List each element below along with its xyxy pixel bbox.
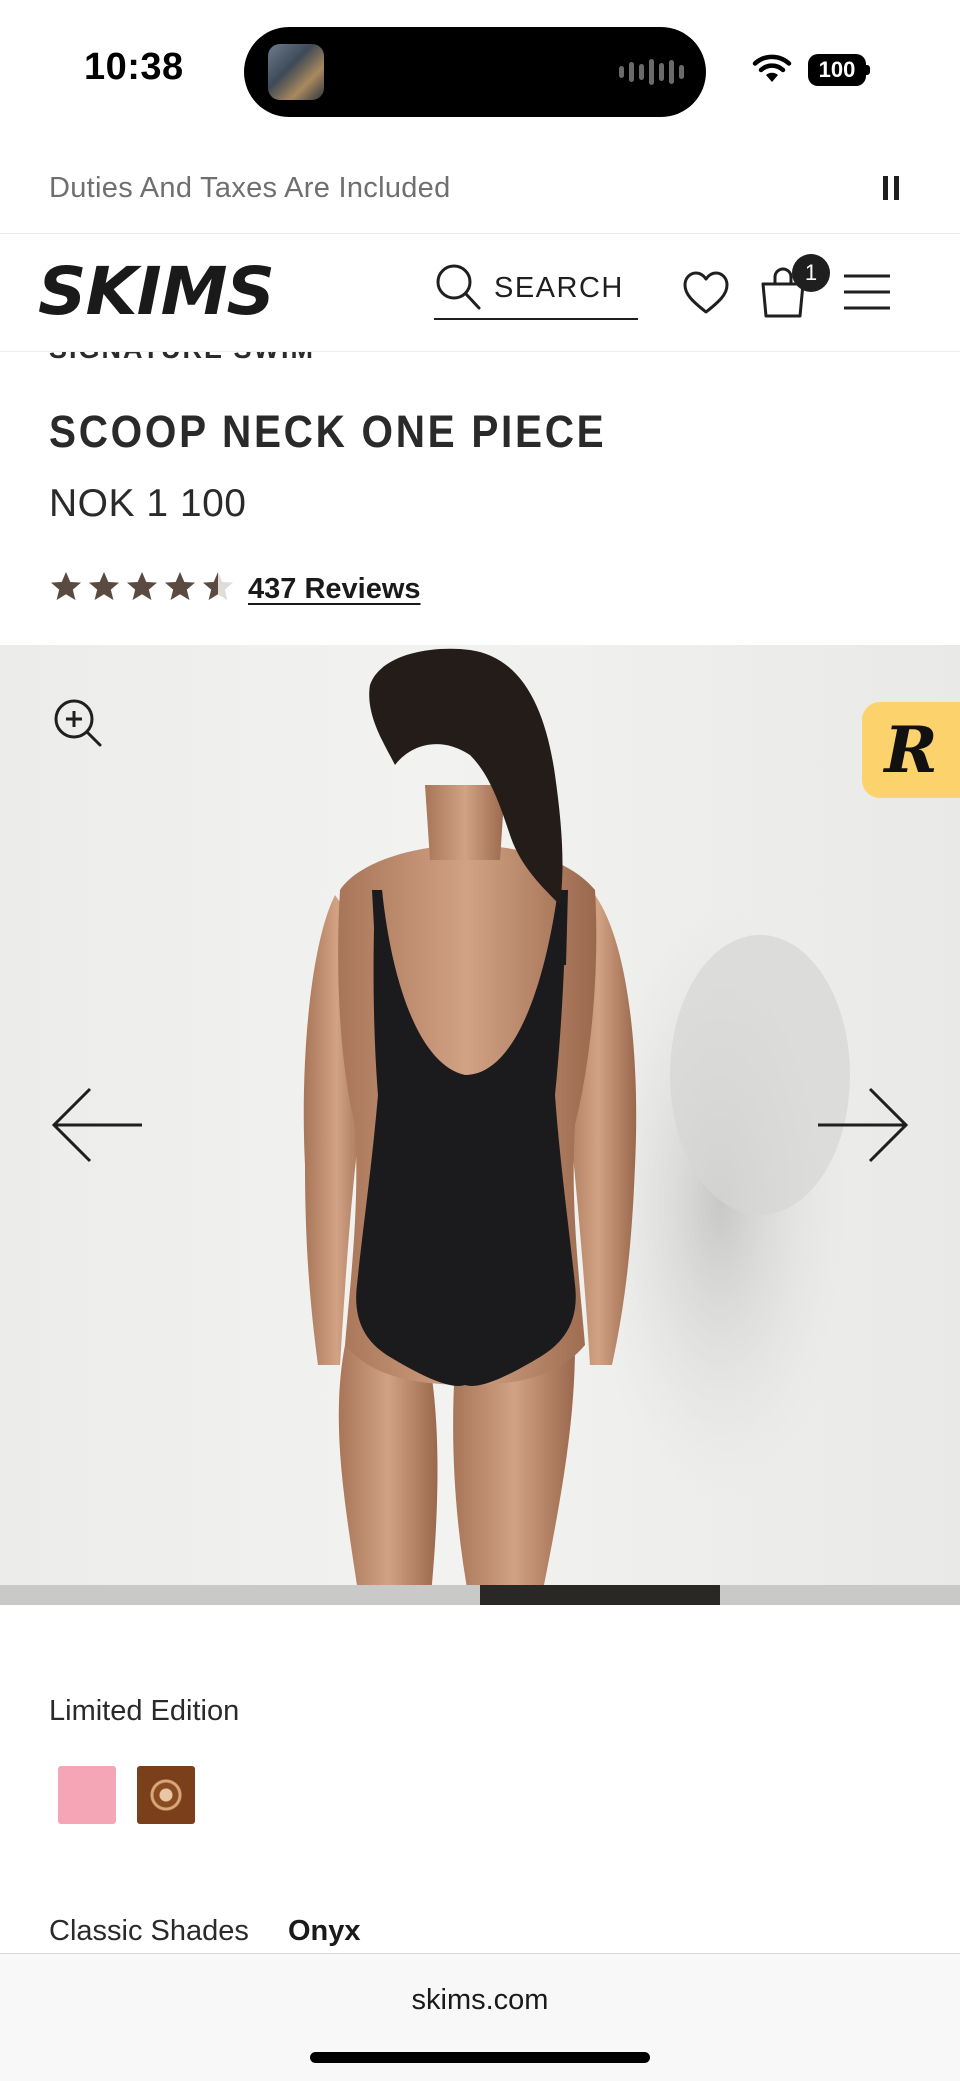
star-rating[interactable]	[49, 570, 235, 604]
search-button[interactable]: SEARCH	[434, 260, 638, 320]
product-title: SCOOP NECK ONE PIECE	[49, 406, 607, 457]
battery-level: 100	[808, 54, 866, 86]
swatch-pink[interactable]	[58, 1766, 116, 1824]
product-image-gallery[interactable]	[0, 645, 960, 1605]
collection-label-clip: SIGNATURE SWIM	[49, 352, 449, 362]
star-icon	[203, 572, 233, 600]
status-bar: 10:38 100	[0, 0, 960, 140]
gallery-progress-track	[0, 1585, 960, 1605]
pause-icon[interactable]	[882, 176, 900, 200]
rewards-badge-button[interactable]: R	[862, 702, 960, 798]
cart-count-badge: 1	[792, 254, 830, 292]
site-header: SKIMS SEARCH 1	[0, 234, 960, 352]
search-label: SEARCH	[494, 272, 624, 304]
reviews-link[interactable]: 437 Reviews	[248, 573, 421, 606]
zoom-in-icon[interactable]	[52, 697, 104, 749]
browser-url[interactable]: skims.com	[0, 1984, 960, 2017]
search-icon	[436, 264, 481, 310]
browser-address-bar[interactable]: skims.com	[0, 1953, 960, 2081]
skims-logo[interactable]: SKIMS	[38, 256, 278, 326]
gallery-progress-indicator	[480, 1585, 720, 1605]
star-icon	[51, 572, 81, 600]
star-icon	[165, 572, 195, 600]
announcement-text: Duties And Taxes Are Included	[49, 172, 451, 204]
home-indicator[interactable]	[310, 2052, 650, 2063]
collection-label: SIGNATURE SWIM	[49, 352, 315, 362]
arrow-right-icon[interactable]	[814, 1085, 910, 1165]
battery-icon: 100	[808, 54, 870, 86]
classic-shades-label: Classic Shades	[49, 1915, 249, 1947]
product-price: NOK 1 100	[49, 482, 247, 525]
announcement-bar: Duties And Taxes Are Included	[0, 148, 960, 234]
wifi-icon	[752, 54, 792, 82]
svg-text:SKIMS: SKIMS	[38, 256, 274, 326]
star-icon	[127, 572, 157, 600]
dynamic-island[interactable]	[244, 27, 706, 117]
status-time: 10:38	[84, 46, 184, 88]
arrow-left-icon[interactable]	[50, 1085, 146, 1165]
classic-shades-selected: Onyx	[288, 1915, 361, 1947]
star-icon	[89, 572, 119, 600]
now-playing-art	[268, 44, 324, 100]
rewards-badge-letter: R	[884, 712, 938, 788]
menu-icon[interactable]	[842, 272, 892, 312]
heart-icon[interactable]	[682, 270, 730, 316]
limited-edition-label: Limited Edition	[49, 1695, 240, 1727]
swatch-paisley[interactable]	[137, 1766, 195, 1824]
audio-waveform-icon	[619, 57, 684, 87]
